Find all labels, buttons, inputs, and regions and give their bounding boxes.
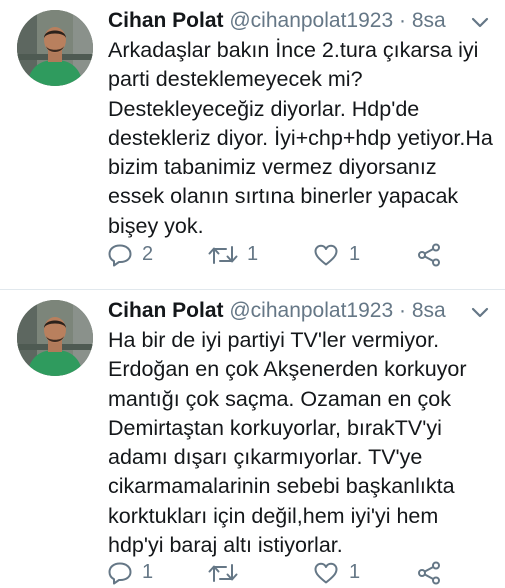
share-icon	[418, 561, 440, 585]
retweet-count: 1	[247, 243, 259, 265]
retweet-icon	[208, 564, 238, 582]
header-separator: ·	[398, 9, 406, 32]
tweet-text: Ha bir de iyi partiyi TV'ler vermiyor. E…	[108, 328, 467, 558]
retweet-icon	[208, 246, 238, 264]
heart-icon	[314, 244, 338, 266]
share-icon	[418, 243, 440, 267]
reply-count: 1	[142, 561, 154, 583]
author-name[interactable]: Cihan Polat	[108, 299, 224, 322]
tweet-actions: 1 1	[0, 558, 505, 588]
author-handle[interactable]: @cihanpolat1923	[229, 9, 393, 32]
tweet[interactable]: Cihan Polat @cihanpolat1923 · 8sa Ha bir…	[0, 290, 505, 585]
tweet-timestamp[interactable]: 8sa	[412, 299, 446, 322]
chevron-down-icon[interactable]	[468, 10, 492, 34]
avatar[interactable]	[17, 300, 93, 376]
author-handle[interactable]: @cihanpolat1923	[229, 299, 393, 322]
like-count: 1	[349, 243, 361, 265]
avatar[interactable]	[17, 10, 93, 86]
reply-icon	[108, 562, 132, 585]
reply-count: 2	[142, 243, 154, 265]
tweet[interactable]: Cihan Polat @cihanpolat1923 · 8sa Arkada…	[0, 0, 505, 290]
chevron-down-icon[interactable]	[468, 300, 492, 324]
author-name[interactable]: Cihan Polat	[108, 9, 224, 32]
tweet-header: Cihan Polat @cihanpolat1923 · 8sa	[108, 298, 446, 324]
user-avatar-icon	[17, 300, 93, 376]
user-avatar-icon	[17, 10, 93, 86]
tweet-actions: 2 1 1	[0, 240, 505, 270]
tweet-text: Arkadaşlar bakın İnce 2.tura çıkarsa iyi…	[108, 38, 493, 238]
like-count: 1	[349, 561, 361, 583]
reply-icon	[108, 244, 132, 267]
tweet-timestamp[interactable]: 8sa	[412, 9, 446, 32]
header-separator: ·	[398, 299, 406, 322]
heart-icon	[314, 562, 338, 584]
tweet-header: Cihan Polat @cihanpolat1923 · 8sa	[108, 8, 446, 34]
